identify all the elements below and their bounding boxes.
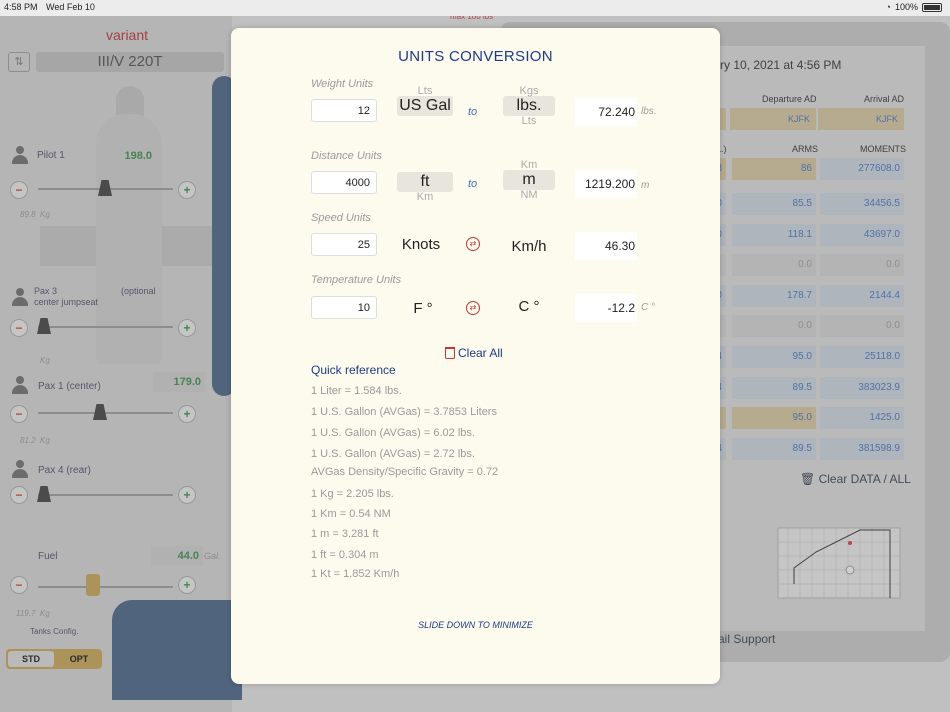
distance-result: 1219.200 — [575, 170, 637, 198]
temperature-result: -12.2 — [575, 294, 637, 322]
distance-to-picker[interactable]: Km m NM — [503, 160, 555, 200]
temperature-from-unit[interactable]: F ° — [393, 300, 453, 317]
temperature-result-unit: C ° — [641, 302, 655, 313]
picker-option: Kgs — [519, 86, 539, 97]
speed-result: 46.30 — [575, 232, 637, 260]
quick-reference-line: 1 ft = 0.304 m — [311, 549, 379, 561]
speed-to-unit[interactable]: Km/h — [499, 238, 559, 255]
quick-reference-line: 1 U.S. Gallon (AVGas) = 2.72 lbs. — [311, 448, 475, 460]
speed-units-label: Speed Units — [311, 212, 371, 224]
picker-selected: US Gal — [397, 96, 453, 116]
distance-units-label: Distance Units — [311, 150, 382, 162]
wifi-icon: ◔ — [885, 2, 891, 12]
speed-from-unit[interactable]: Knots — [391, 236, 451, 253]
temperature-to-unit[interactable]: C ° — [499, 298, 559, 315]
temperature-units-label: Temperature Units — [311, 274, 402, 286]
quick-reference-line: 1 m = 3.281 ft — [311, 528, 379, 540]
weight-result-unit: lbs. — [641, 106, 657, 117]
weight-to-picker[interactable]: Kgs lbs. Lts — [503, 86, 555, 126]
picker-option: Km — [416, 191, 434, 203]
status-bar: 4:58 PM Wed Feb 10 ◔ 100% — [0, 0, 950, 16]
slide-down-hint[interactable]: SLIDE DOWN TO MINIMIZE — [231, 620, 720, 630]
to-label: to — [468, 106, 478, 118]
distance-result-unit: m — [641, 180, 650, 191]
battery-icon — [922, 2, 942, 12]
trash-icon — [445, 347, 455, 359]
status-time: 4:58 PM — [4, 2, 38, 12]
to-label: to — [468, 178, 478, 190]
picker-option: Lts — [521, 115, 537, 127]
weight-input[interactable] — [311, 99, 377, 122]
units-conversion-modal: UNITS CONVERSION Weight Units Lts US Gal… — [231, 28, 720, 684]
clear-all-label: Clear All — [458, 346, 503, 360]
swap-units-icon[interactable]: ⇄ — [466, 237, 480, 251]
picker-option: NM — [520, 189, 538, 201]
quick-reference-line: 1 U.S. Gallon (AVGas) = 6.02 lbs. — [311, 427, 475, 439]
quick-reference-line: 1 Km = 0.54 NM — [311, 508, 391, 520]
quick-reference-line: AVGas Density/Specific Gravity = 0.72 — [311, 466, 499, 478]
quick-reference-line: 1 Liter = 1.584 lbs. — [311, 385, 402, 397]
quick-reference-line: 1 Kg = 2.205 lbs. — [311, 488, 394, 500]
modal-title: UNITS CONVERSION — [398, 48, 553, 65]
speed-input[interactable] — [311, 233, 377, 256]
weight-from-picker[interactable]: Lts US Gal — [397, 86, 453, 126]
quick-reference-line: 1 Kt = 1.852 Km/h — [311, 568, 400, 580]
picker-option: Km — [520, 160, 538, 171]
weight-result: 72.240 — [575, 98, 637, 126]
picker-selected: m — [503, 170, 555, 190]
weight-units-label: Weight Units — [311, 78, 374, 90]
battery-percent: 100% — [894, 2, 918, 12]
status-right: ◔ 100% — [886, 2, 942, 12]
status-date: Wed Feb 10 — [46, 2, 95, 12]
picker-selected: lbs. — [503, 96, 555, 116]
temperature-input[interactable] — [311, 296, 377, 319]
quick-reference-line: 1 U.S. Gallon (AVGas) = 3.7853 Liters — [311, 406, 497, 418]
distance-from-picker[interactable]: ft Km — [397, 172, 453, 212]
clear-all-button[interactable]: Clear All — [445, 346, 503, 360]
swap-units-icon[interactable]: ⇄ — [466, 301, 480, 315]
picker-selected: ft — [397, 172, 453, 192]
picker-option: Lts — [417, 86, 433, 97]
quick-reference-title: Quick reference — [311, 363, 396, 377]
distance-input[interactable] — [311, 171, 377, 194]
